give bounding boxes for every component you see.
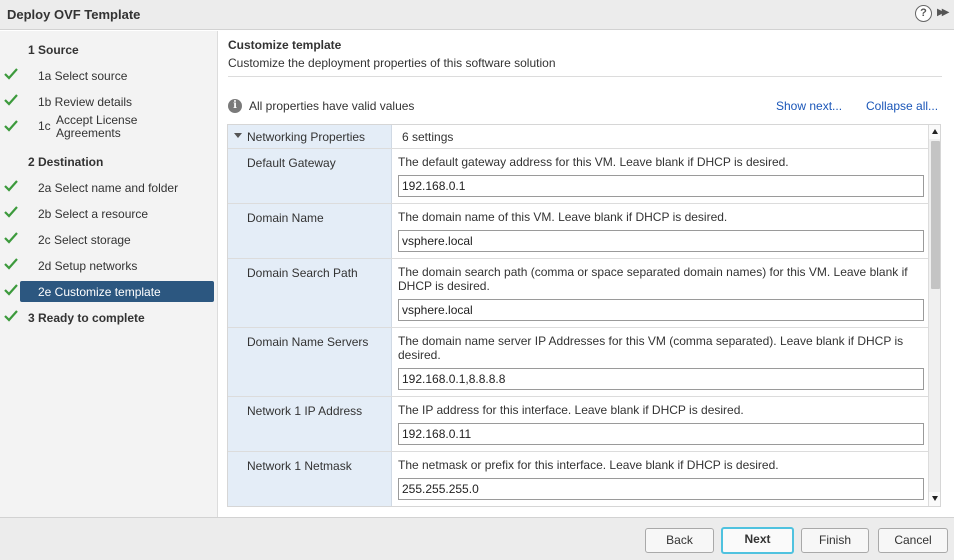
netmask-input[interactable] — [398, 478, 924, 500]
group-name: Networking Properties — [247, 130, 366, 144]
page-subtitle: Customize the deployment properties of t… — [228, 56, 556, 70]
property-row: Domain Name The domain name of this VM. … — [228, 204, 928, 259]
property-description: The netmask or prefix for this interface… — [398, 458, 779, 472]
step-label: 1a Select source — [38, 69, 128, 83]
property-description: The default gateway address for this VM.… — [398, 155, 789, 169]
step-ready-to-complete[interactable]: 3 Ready to complete — [0, 307, 218, 329]
group-row-networking[interactable]: Networking Properties 6 settings — [228, 125, 928, 149]
checkmark-icon — [4, 206, 18, 218]
step-label: 2e Customize template — [38, 285, 161, 299]
step-label: 2b Select a resource — [38, 207, 149, 221]
step-select-resource[interactable]: 2b Select a resource — [0, 203, 218, 225]
step-accept-license[interactable]: 1c Accept License Agreements — [0, 114, 218, 140]
main-panel: Customize template Customize the deploym… — [218, 31, 954, 517]
property-description: The domain name of this VM. Leave blank … — [398, 210, 728, 224]
property-row: Network 1 IP Address The IP address for … — [228, 397, 928, 452]
property-description: The domain name server IP Addresses for … — [398, 334, 904, 362]
back-button[interactable]: Back — [645, 528, 714, 553]
step-select-name-folder[interactable]: 2a Select name and folder — [0, 177, 218, 199]
group-count: 6 settings — [402, 130, 454, 144]
caret-down-icon[interactable] — [234, 133, 242, 138]
divider — [228, 76, 942, 77]
next-button[interactable]: Next — [721, 527, 794, 554]
domain-name-servers-input[interactable] — [398, 368, 924, 390]
step-destination[interactable]: 2 Destination — [0, 151, 218, 173]
vertical-scrollbar[interactable] — [928, 125, 940, 506]
step-select-storage[interactable]: 2c Select storage — [0, 229, 218, 251]
property-row: Network 1 Netmask The netmask or prefix … — [228, 452, 928, 506]
ip-address-input[interactable] — [398, 423, 924, 445]
property-name: Network 1 Netmask — [247, 459, 352, 473]
checkmark-icon — [4, 94, 18, 106]
property-description: The domain search path (comma or space s… — [398, 265, 908, 293]
title-bar: Deploy OVF Template ? ▶▶ — [0, 0, 954, 30]
window-title: Deploy OVF Template — [7, 7, 141, 22]
checkmark-icon — [4, 120, 18, 132]
step-label: 2a Select name and folder — [38, 181, 179, 195]
checkmark-icon — [4, 258, 18, 270]
property-name: Domain Name Servers — [247, 335, 369, 349]
checkmark-icon — [4, 68, 18, 80]
checkmark-icon — [4, 310, 18, 322]
checkmark-icon — [4, 232, 18, 244]
property-description: The IP address for this interface. Leave… — [398, 403, 744, 417]
step-label: 3 Ready to complete — [28, 311, 145, 325]
step-label: 1b Review details — [38, 95, 133, 109]
step-label: 2c Select storage — [38, 233, 131, 247]
default-gateway-input[interactable] — [398, 175, 924, 197]
checkmark-icon — [4, 284, 18, 296]
status-text: All properties have valid values — [249, 99, 415, 113]
property-name: Domain Search Path — [247, 266, 358, 280]
collapse-all-link[interactable]: Collapse all... — [866, 99, 938, 113]
step-source[interactable]: 1 Source — [0, 39, 218, 61]
property-row: Default Gateway The default gateway addr… — [228, 149, 928, 204]
checkmark-icon — [4, 180, 18, 192]
property-name: Domain Name — [247, 211, 324, 225]
scroll-down-icon[interactable] — [929, 492, 940, 506]
property-row: Domain Name Servers The domain name serv… — [228, 328, 928, 397]
scroll-thumb[interactable] — [931, 141, 940, 289]
step-select-source[interactable]: 1a Select source — [0, 65, 218, 87]
help-icon[interactable]: ? — [915, 5, 932, 22]
step-label: 1 Source — [28, 43, 79, 57]
step-setup-networks[interactable]: 2d Setup networks — [0, 255, 218, 277]
property-row: Domain Search Path The domain search pat… — [228, 259, 928, 328]
scroll-up-icon[interactable] — [929, 125, 940, 139]
finish-button[interactable]: Finish — [801, 528, 869, 553]
step-number: 1c — [38, 119, 51, 133]
properties-grid: Networking Properties 6 settings Default… — [227, 124, 941, 507]
step-customize-template[interactable]: 2e Customize template — [0, 281, 218, 303]
step-review-details[interactable]: 1b Review details — [0, 91, 218, 113]
info-icon: i — [228, 99, 242, 113]
wizard-steps-sidebar: 1 Source 1a Select source 1b Review deta… — [0, 31, 218, 517]
step-label: 1c Accept License Agreements — [38, 114, 176, 140]
cancel-button[interactable]: Cancel — [878, 528, 948, 553]
step-text: Accept License Agreements — [56, 113, 138, 140]
property-name: Default Gateway — [247, 156, 336, 170]
step-label: 2 Destination — [28, 155, 104, 169]
domain-search-path-input[interactable] — [398, 299, 924, 321]
step-label: 2d Setup networks — [38, 259, 138, 273]
property-name: Network 1 IP Address — [247, 404, 363, 418]
dialog-footer: Back Next Finish Cancel — [0, 517, 954, 560]
domain-name-input[interactable] — [398, 230, 924, 252]
show-next-link[interactable]: Show next... — [776, 99, 842, 113]
expand-icon[interactable]: ▶▶ — [937, 7, 950, 18]
page-title: Customize template — [228, 38, 342, 52]
